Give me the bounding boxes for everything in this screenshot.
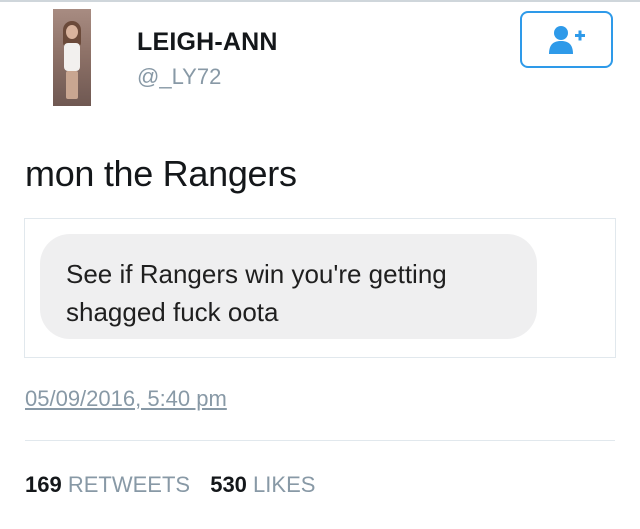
display-name[interactable]: LEIGH-ANN [137,28,278,57]
avatar-face [66,25,78,39]
tweet-media[interactable]: See if Rangers win you're getting shagge… [24,218,616,358]
follow-button[interactable] [520,11,613,68]
top-divider [0,0,640,2]
message-bubble: See if Rangers win you're getting shagge… [40,234,537,339]
avatar[interactable] [53,9,91,106]
retweets-count[interactable]: 169 [25,472,62,497]
add-user-icon [549,26,585,54]
likes-count[interactable]: 530 [210,472,247,497]
likes-label[interactable]: LIKES [253,472,315,497]
stats-divider [25,440,615,441]
tweet-text: mon the Rangers [25,153,297,194]
user-handle[interactable]: @_LY72 [137,64,221,90]
tweet-stats: 169 RETWEETS 530 LIKES [25,472,315,498]
retweets-label[interactable]: RETWEETS [68,472,190,497]
tweet-timestamp[interactable]: 05/09/2016, 5:40 pm [25,386,227,412]
avatar-legs [66,71,78,99]
avatar-body [64,43,80,71]
